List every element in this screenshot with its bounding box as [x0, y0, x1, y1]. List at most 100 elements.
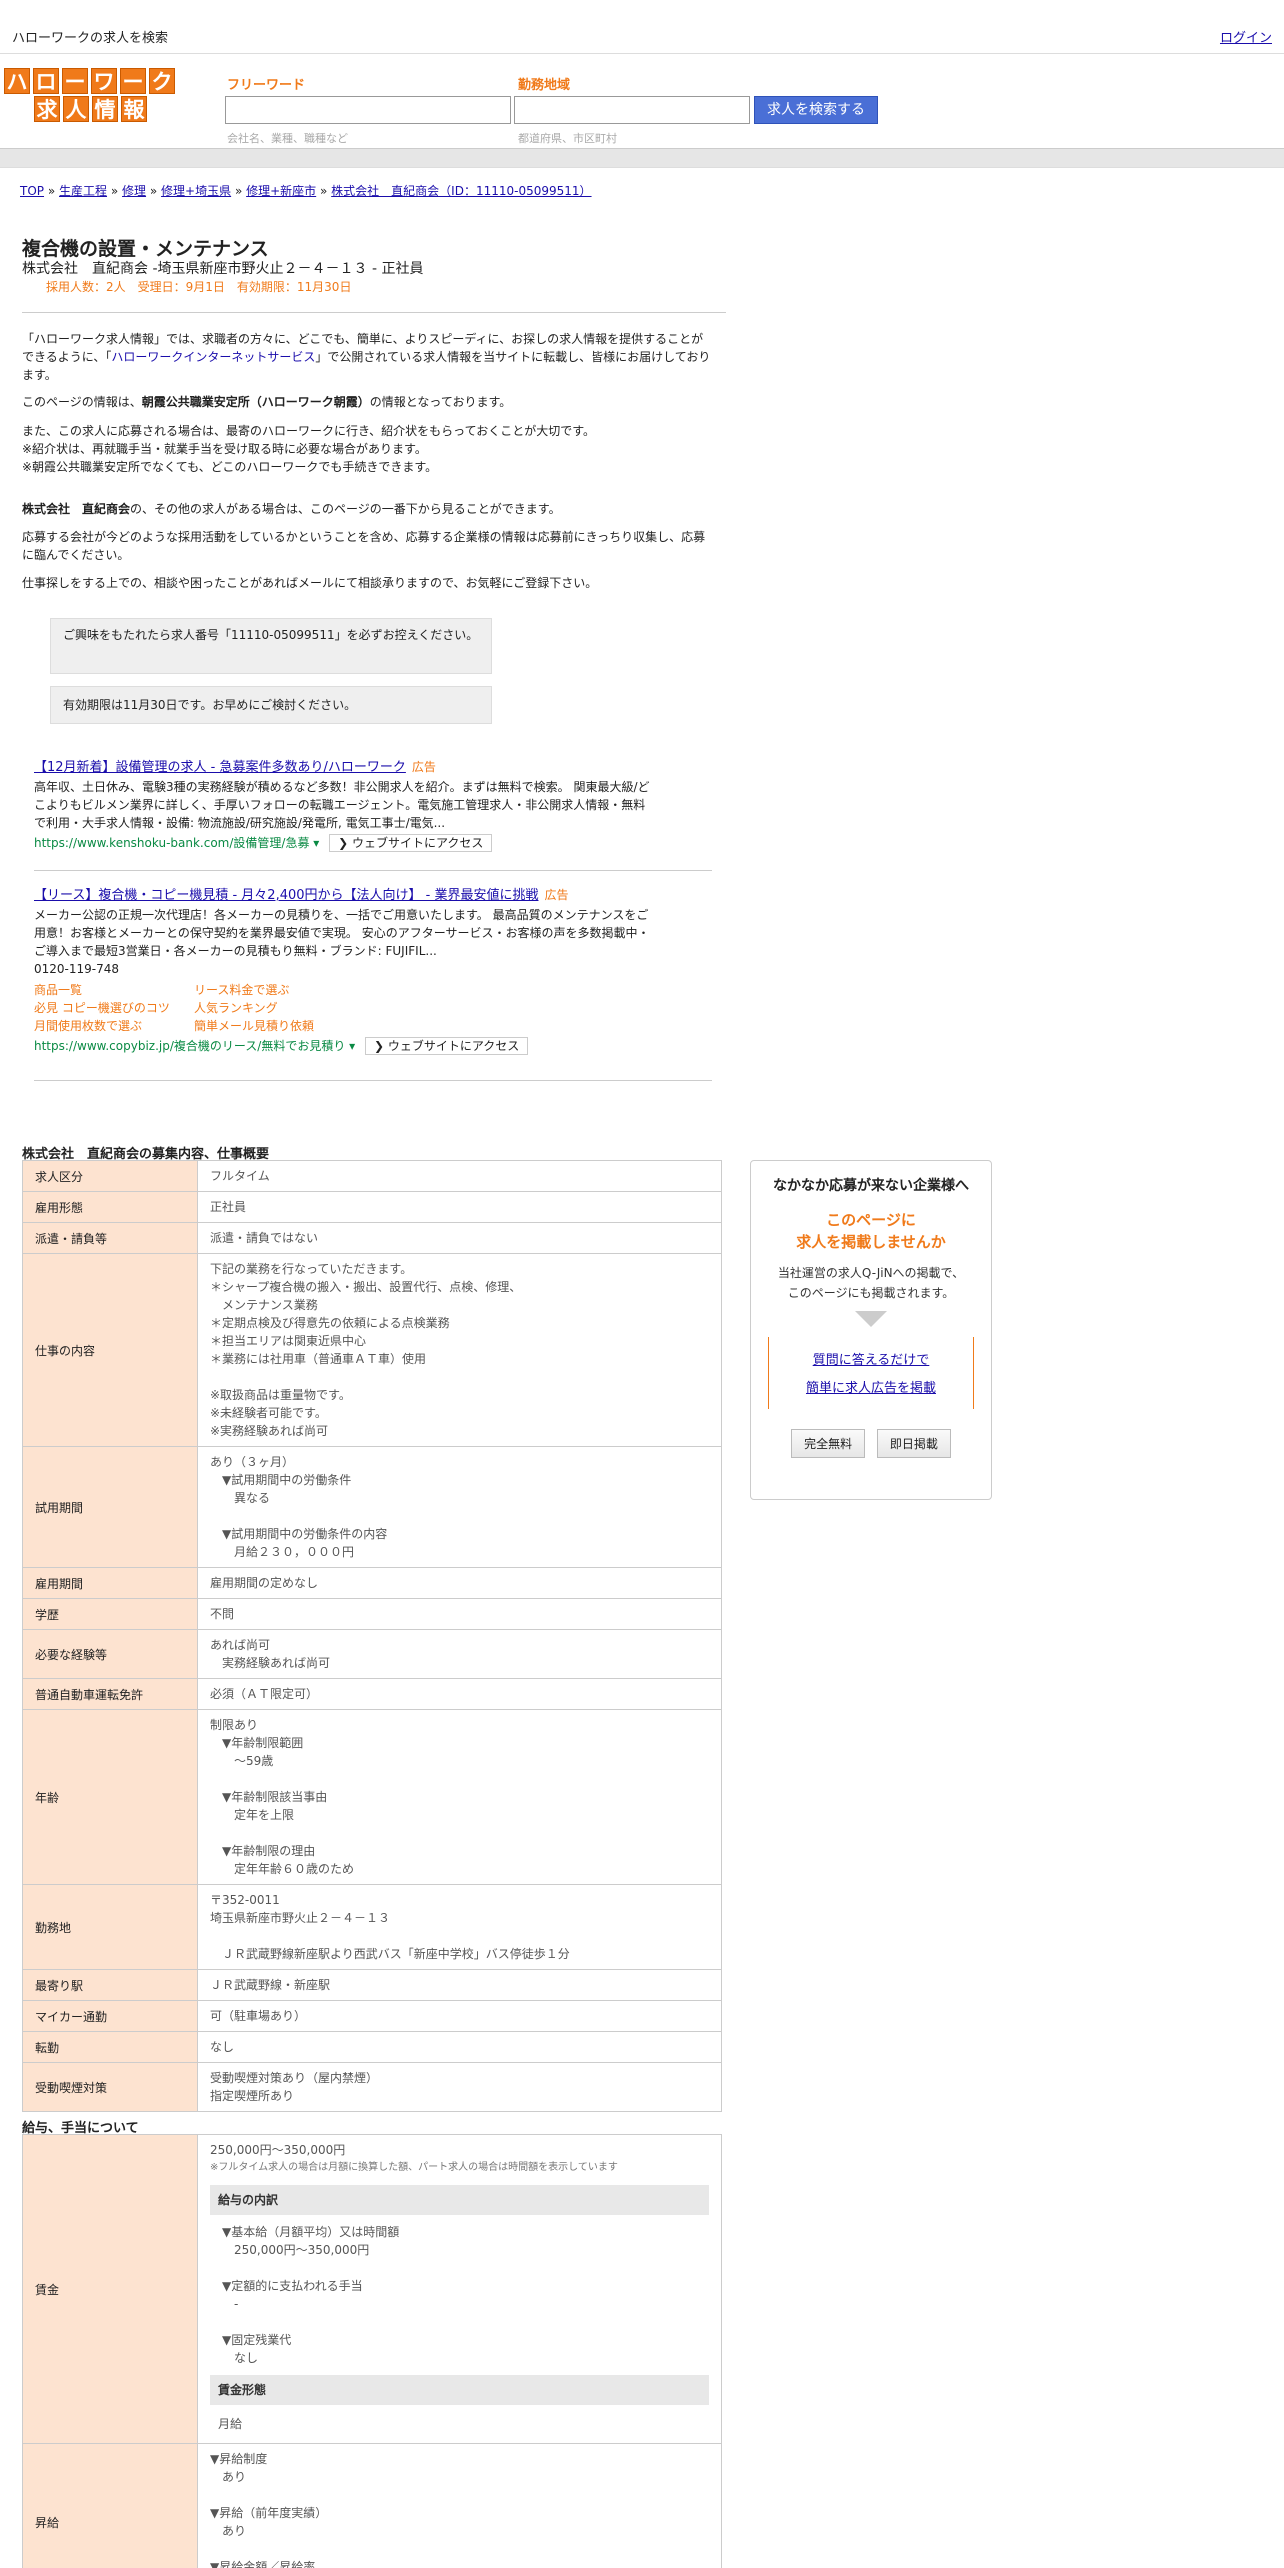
- ad-sitelink[interactable]: リース料金で選ぶ: [194, 983, 289, 997]
- breadcrumb-sep: »: [47, 184, 56, 198]
- post-job-ad-link[interactable]: 簡単に求人広告を掲載: [769, 1375, 973, 1403]
- row-value: 必須（ＡＴ限定可）: [197, 1678, 722, 1710]
- advice-paragraph: 応募する会社が今どのような採用活動をしているかということを含め、応募する企業様の…: [22, 530, 706, 562]
- site-title: ハローワークの求人を検索: [12, 31, 169, 46]
- ad-visit-button[interactable]: ❯ ウェブサイトにアクセス: [365, 1037, 529, 1055]
- referral-text: また、この求人に応募される場合は、最寄のハローワークに行き、紹介状をもらっておく…: [22, 424, 596, 438]
- free-button[interactable]: 完全無料: [791, 1429, 866, 1458]
- table-row: 賃金 250,000円〜350,000円 ※フルタイム求人の場合は月額に換算した…: [22, 2134, 722, 2444]
- table-row: 昇給 ▼昇給制度 あり ▼昇給（前年度実績） あり ▼昇給金額／昇給率 1月あた…: [22, 2443, 722, 2568]
- login-link[interactable]: ログイン: [1220, 27, 1272, 46]
- breadcrumb-company[interactable]: 株式会社 直紀商会（ID：11110-05099511）: [331, 184, 591, 198]
- row-value: 〒352-0011 埼玉県新座市野火止２－４－１３ ＪＲ武蔵野線新座駅より西武バ…: [197, 1884, 722, 1970]
- area-input[interactable]: [514, 96, 750, 124]
- row-value: フルタイム: [197, 1160, 722, 1192]
- table-row: 仕事の内容 下記の業務を行なっていただきます。 ＊シャープ複合機の搬入・搬出、設置…: [22, 1253, 722, 1447]
- logo-char: ワ: [91, 68, 117, 94]
- details-table: 求人区分 フルタイム 雇用形態 正社員 派遣・請負等 派遣・請負ではない 仕事の内容下…: [22, 1160, 722, 2112]
- breadcrumb-prefecture[interactable]: 修理+埼玉県: [161, 184, 231, 198]
- chevron-right-icon: ❯: [374, 1039, 388, 1053]
- ad-visit-label: ウェブサイトにアクセス: [352, 836, 484, 850]
- row-value: 派遣・請負ではない: [197, 1222, 722, 1254]
- logo-row-top: ハ ロ ー ワ ー ク: [4, 68, 180, 94]
- breadcrumb-city[interactable]: 修理+新座市: [246, 184, 316, 198]
- table-row: 派遣・請負等 派遣・請負ではない: [22, 1222, 722, 1254]
- logo-row-bottom: 求 人 情 報: [34, 96, 180, 122]
- ad-sitelink[interactable]: 簡単メール見積り依頼: [194, 1019, 314, 1033]
- breakdown-heading: 給与の内訳: [210, 2185, 709, 2215]
- logo-char: ー: [62, 68, 88, 94]
- table-row: 受動喫煙対策 受動喫煙対策あり（屋内禁煙） 指定喫煙所あり: [22, 2062, 722, 2112]
- row-value: 制限あり ▼年齢制限範囲 〜59歳 ▼年齢制限該当事由 定年を上限 ▼年齢制限の…: [197, 1709, 722, 1885]
- table-row: 最寄り駅 ＪＲ武蔵野線・新座駅: [22, 1969, 722, 2001]
- ad-title-link[interactable]: 【12月新着】設備管理の求人 - 急募案件多数あり/ハローワーク: [34, 760, 406, 775]
- row-label: 年齢: [22, 1709, 198, 1885]
- logo-char: ロ: [33, 68, 59, 94]
- wage-range: 250,000円〜350,000円: [210, 2143, 346, 2157]
- office-name: 朝霞公共職業安定所（ハローワーク朝霞）: [141, 395, 370, 409]
- wage-form-heading: 賃金形態: [210, 2375, 709, 2405]
- table-row: 年齢 制限あり ▼年齢制限範囲 〜59歳 ▼年齢制限該当事由 定年を上限 ▼年齢制…: [22, 1709, 722, 1885]
- breadcrumb-job[interactable]: 修理: [122, 184, 146, 198]
- headline-line: 求人を掲載しませんか: [796, 1233, 946, 1251]
- row-label: 雇用形態: [22, 1191, 198, 1223]
- logo-char: 求: [34, 96, 60, 122]
- answer-questions-link[interactable]: 質問に答えるだけで: [769, 1347, 973, 1375]
- breadcrumb-category[interactable]: 生産工程: [59, 184, 107, 198]
- employer-ad-links: 質問に答えるだけで 簡単に求人広告を掲載: [768, 1337, 974, 1409]
- row-label: マイカー通勤: [22, 2000, 198, 2032]
- table-row: 必要な経験等 あれば尚可 実務経験あれば尚可: [22, 1629, 722, 1679]
- ad-phone[interactable]: 0120-119-748: [34, 960, 654, 978]
- ad-tag: 広告: [411, 760, 436, 774]
- row-value: 不問: [197, 1598, 722, 1630]
- hellowork-logo[interactable]: ハ ロ ー ワ ー ク 求 人 情 報: [4, 68, 180, 124]
- row-label: 雇用期間: [22, 1567, 198, 1599]
- logo-char: 情: [92, 96, 118, 122]
- logo-char: 報: [121, 96, 147, 122]
- breakdown-text: ▼基本給（月額平均）又は時間額 250,000円〜350,000円 ▼定額的に支…: [222, 2225, 400, 2365]
- search-button[interactable]: 求人を検索する: [754, 96, 878, 124]
- breadcrumb-sep: »: [234, 184, 243, 198]
- breadcrumb-top[interactable]: TOP: [20, 184, 44, 198]
- company-name: 株式会社 直紀商会: [22, 502, 131, 516]
- employer-ad-title: なかなか応募が来ない企業様へ: [773, 1178, 969, 1194]
- ad-sitelink[interactable]: 必見 コピー機選びのコツ: [34, 999, 194, 1017]
- row-label: 受動喫煙対策: [22, 2062, 198, 2112]
- ad-url[interactable]: https://www.kenshoku-bank.com/設備管理/急募: [34, 836, 309, 850]
- row-label: 最寄り駅: [22, 1969, 198, 2001]
- breadcrumb-sep: »: [110, 184, 119, 198]
- row-label: 賃金: [22, 2134, 198, 2444]
- hellowork-internet-link[interactable]: ハローワークインターネットサービス: [111, 350, 315, 364]
- same-day-button[interactable]: 即日掲載: [876, 1429, 951, 1458]
- ad-sitelink[interactable]: 人気ランキング: [194, 1001, 278, 1015]
- ad-url[interactable]: https://www.copybiz.jp/複合機のリース/無料でお見積り: [34, 1039, 345, 1053]
- ad-block: 【リース】複合機・コピー機見積 - 月々2,400円から【法人向け】 - 業界最…: [34, 884, 654, 1055]
- intro-paragraph: 「ハローワーク求人情報」では、求職者の方々に、どこでも、簡単に、よりスピーディに…: [22, 330, 714, 384]
- ad-visit-button[interactable]: ❯ ウェブサイトにアクセス: [329, 834, 493, 852]
- table-row: 求人区分 フルタイム: [22, 1160, 722, 1192]
- table-row: 普通自動車運転免許 必須（ＡＴ限定可）: [22, 1678, 722, 1710]
- ad-sitelink[interactable]: 月間使用枚数で選ぶ: [34, 1017, 194, 1035]
- desc-line: このページにも掲載されます。: [787, 1286, 955, 1300]
- office-text: の情報となっております。: [369, 395, 512, 409]
- ad-title-link[interactable]: 【リース】複合機・コピー機見積 - 月々2,400円から【法人向け】 - 業界最…: [34, 888, 538, 903]
- ad-sitelink[interactable]: 商品一覧: [34, 981, 194, 999]
- ad-body: 高年収、土日休み、電験3種の実務経験が積めるなど多数！非公開求人を紹介。まずは無…: [34, 780, 650, 830]
- job-title: 複合機の設置・メンテナンス: [22, 238, 269, 260]
- wage-cell: 250,000円〜350,000円 ※フルタイム求人の場合は月額に換算した額、パ…: [197, 2134, 722, 2444]
- keyword-input[interactable]: [225, 96, 511, 124]
- row-value: 下記の業務を行なっていただきます。 ＊シャープ複合機の搬入・搬出、設置代行、点検…: [197, 1253, 722, 1447]
- row-value: なし: [197, 2031, 722, 2063]
- employer-ad-desc: 当社運営の求人Q-JiNへの掲載で、 このページにも掲載されます。: [751, 1263, 991, 1303]
- wage-note: ※フルタイム求人の場合は月額に換算した額、パート求人の場合は時間額を表示していま…: [210, 2162, 618, 2173]
- row-label: 求人区分: [22, 1160, 198, 1192]
- row-value: あり（３ヶ月） ▼試用期間中の労働条件 異なる ▼試用期間中の労働条件の内容 月…: [197, 1446, 722, 1568]
- row-value: 受動喫煙対策あり（屋内禁煙） 指定喫煙所あり: [197, 2062, 722, 2112]
- employer-ad-headline: このページに 求人を掲載しませんか: [751, 1209, 991, 1253]
- row-value: 可（駐車場あり）: [197, 2000, 722, 2032]
- job-company-line: 株式会社 直紀商会 -埼玉県新座市野火止２－４－１３ - 正社員: [22, 261, 424, 277]
- job-stats: 採用人数：2人 受理日：9月1日 有効期限：11月30日: [46, 280, 352, 294]
- logo-char: ク: [149, 68, 175, 94]
- ad-block: 【12月新着】設備管理の求人 - 急募案件多数あり/ハローワーク 広告 高年収、土…: [34, 756, 654, 852]
- row-label: 勤務地: [22, 1884, 198, 1970]
